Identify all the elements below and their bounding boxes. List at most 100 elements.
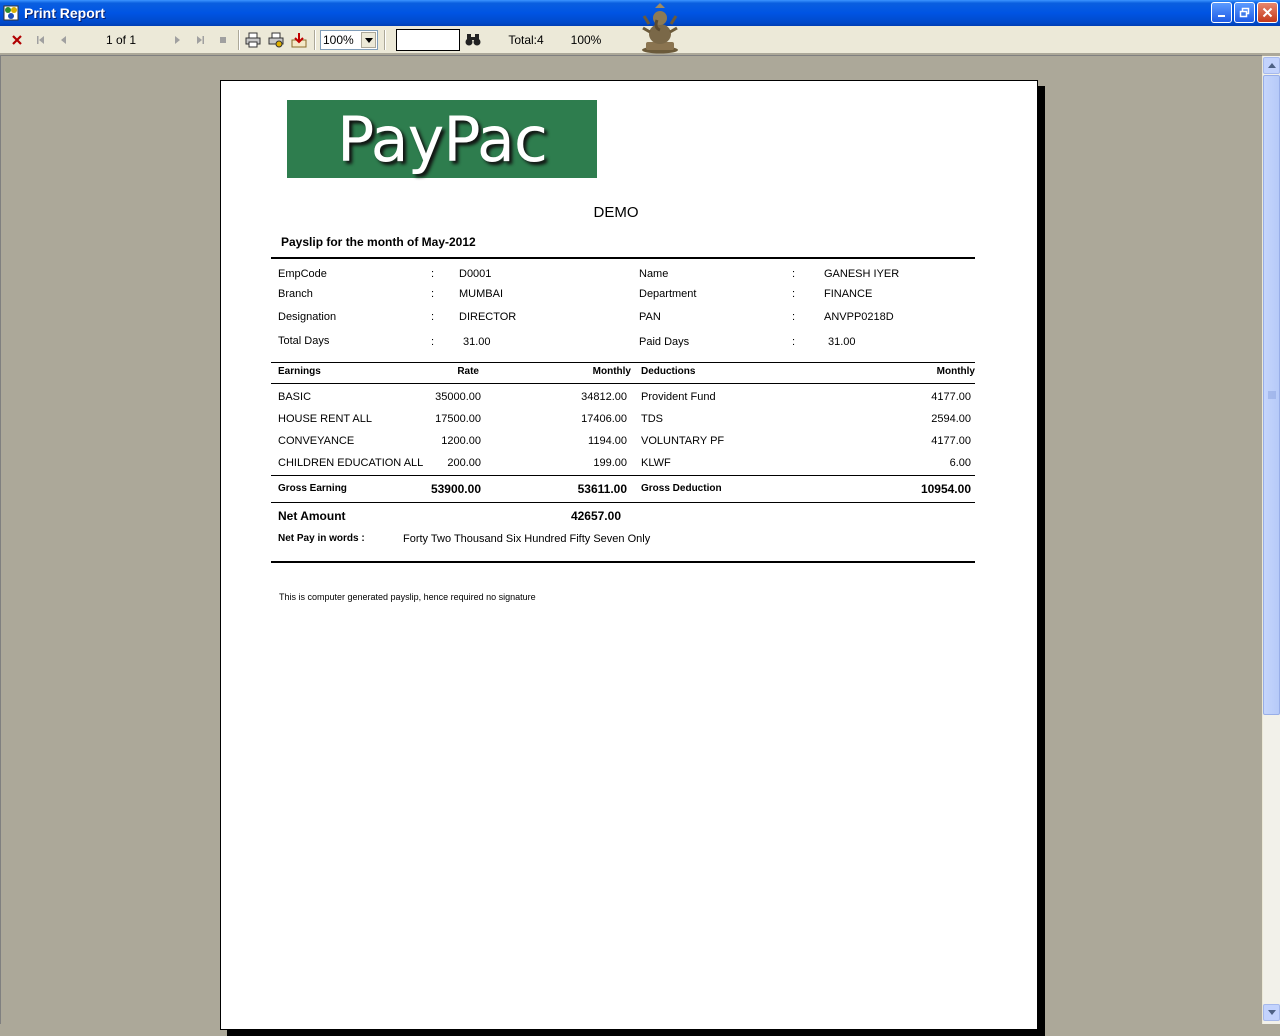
next-page-button[interactable] bbox=[168, 26, 186, 54]
empcode-value: D0001 bbox=[459, 268, 492, 280]
earning-name: HOUSE RENT ALL bbox=[278, 413, 372, 425]
deduction-name: KLWF bbox=[641, 457, 671, 469]
payslip-title: Payslip for the month of May-2012 bbox=[281, 235, 476, 249]
net-amount-value: 42657.00 bbox=[570, 509, 621, 523]
pan-value: ANVPP0218D bbox=[824, 311, 894, 323]
net-pay-words-label: Net Pay in words : bbox=[278, 533, 365, 544]
print-icon[interactable] bbox=[243, 26, 263, 54]
report-app-icon bbox=[3, 5, 19, 21]
earning-monthly: 199.00 bbox=[593, 457, 627, 469]
divider bbox=[271, 475, 975, 476]
deductions-header: Deductions bbox=[641, 366, 696, 377]
net-pay-words: Forty Two Thousand Six Hundred Fifty Sev… bbox=[403, 533, 651, 545]
divider bbox=[271, 383, 975, 384]
empcode-label: EmpCode bbox=[278, 268, 327, 280]
deductions-monthly-header: Monthly bbox=[936, 366, 975, 377]
divider bbox=[271, 502, 975, 503]
divider bbox=[271, 257, 975, 259]
department-label: Department bbox=[639, 288, 697, 300]
earning-monthly: 1194.00 bbox=[588, 435, 627, 447]
chevron-down-icon[interactable] bbox=[361, 32, 376, 48]
name-value: GANESH IYER bbox=[824, 268, 900, 280]
gross-deduction-value: 10954.00 bbox=[920, 482, 971, 496]
binoculars-icon[interactable] bbox=[463, 26, 483, 54]
gross-deduction-label: Gross Deduction bbox=[641, 483, 722, 494]
colon: : bbox=[431, 311, 435, 323]
earning-name: CONVEYANCE bbox=[278, 435, 355, 447]
paypac-logo: PayPac bbox=[287, 100, 597, 178]
stop-button[interactable] bbox=[214, 26, 232, 54]
footer-note: This is computer generated payslip, henc… bbox=[279, 592, 536, 602]
zoom-percent: 100% bbox=[570, 33, 602, 47]
designation-value: DIRECTOR bbox=[459, 311, 517, 323]
colon: : bbox=[431, 336, 435, 348]
close-window-button[interactable] bbox=[1257, 2, 1278, 23]
colon: : bbox=[792, 268, 796, 280]
earning-rate: 17500.00 bbox=[435, 413, 481, 425]
earning-rate: 1200.00 bbox=[441, 435, 481, 447]
gross-earning-monthly: 53611.00 bbox=[577, 482, 627, 496]
paid-days-label: Paid Days bbox=[639, 336, 690, 348]
window-title: Print Report bbox=[24, 5, 105, 21]
deduction-monthly: 4177.00 bbox=[931, 435, 971, 447]
earning-monthly: 17406.00 bbox=[581, 413, 627, 425]
zoom-dropdown[interactable]: 100% bbox=[320, 30, 378, 50]
logo-text: PayPac bbox=[337, 102, 548, 176]
print-setup-icon[interactable] bbox=[266, 26, 286, 54]
colon: : bbox=[792, 311, 796, 323]
previous-page-button[interactable] bbox=[55, 26, 73, 54]
report-viewer-area: PayPac DEMO Payslip for the month of May… bbox=[0, 55, 1262, 1036]
deduction-name: Provident Fund bbox=[641, 391, 716, 403]
earning-monthly: 34812.00 bbox=[581, 391, 627, 403]
branch-value: MUMBAI bbox=[459, 288, 503, 300]
deduction-name: TDS bbox=[641, 413, 663, 425]
vertical-scrollbar[interactable] bbox=[1262, 56, 1280, 1024]
first-page-button[interactable] bbox=[32, 26, 50, 54]
deduction-monthly: 4177.00 bbox=[931, 391, 971, 403]
designation-label: Designation bbox=[278, 311, 337, 323]
minimize-button[interactable] bbox=[1211, 2, 1232, 23]
earning-rate: 35000.00 bbox=[435, 391, 481, 403]
page-indicator: 1 of 1 bbox=[105, 33, 137, 47]
scroll-down-button[interactable] bbox=[1263, 1004, 1280, 1021]
colon: : bbox=[431, 268, 435, 280]
colon: : bbox=[431, 288, 435, 300]
divider bbox=[271, 561, 975, 563]
company-name: DEMO bbox=[593, 204, 639, 221]
deduction-monthly: 6.00 bbox=[949, 457, 971, 469]
restore-button[interactable] bbox=[1234, 2, 1255, 23]
monthly-header: Monthly bbox=[592, 366, 631, 377]
branch-label: Branch bbox=[278, 288, 313, 300]
divider bbox=[271, 362, 975, 363]
department-value: FINANCE bbox=[824, 288, 873, 300]
zoom-value: 100% bbox=[323, 33, 354, 47]
close-report-button[interactable] bbox=[8, 26, 26, 54]
earning-name: BASIC bbox=[278, 391, 312, 403]
rate-header: Rate bbox=[457, 366, 479, 377]
toolbar-separator bbox=[314, 30, 316, 50]
deduction-name: VOLUNTARY PF bbox=[641, 435, 725, 447]
export-icon[interactable] bbox=[289, 26, 309, 54]
last-page-button[interactable] bbox=[191, 26, 209, 54]
search-text-input[interactable] bbox=[396, 29, 460, 51]
name-label: Name bbox=[639, 268, 669, 280]
total-count: Total:4 bbox=[508, 33, 544, 47]
scroll-up-button[interactable] bbox=[1263, 57, 1280, 74]
pan-label: PAN bbox=[639, 311, 661, 323]
toolbar-separator bbox=[238, 30, 240, 50]
net-amount-label: Net Amount bbox=[278, 509, 346, 523]
gross-earning-rate: 53900.00 bbox=[430, 482, 481, 496]
gross-earning-label: Gross Earning bbox=[278, 483, 347, 494]
report-page: PayPac DEMO Payslip for the month of May… bbox=[220, 80, 1038, 1030]
scrollbar-thumb[interactable] bbox=[1263, 75, 1280, 715]
ganesha-idol-image bbox=[640, 2, 680, 54]
earnings-header: Earnings bbox=[278, 366, 321, 377]
earning-rate: 200.00 bbox=[447, 457, 481, 469]
deduction-monthly: 2594.00 bbox=[931, 413, 971, 425]
total-days-value: 31.00 bbox=[463, 336, 491, 348]
total-days-label: Total Days bbox=[278, 335, 330, 347]
colon: : bbox=[792, 336, 796, 348]
colon: : bbox=[792, 288, 796, 300]
paid-days-value: 31.00 bbox=[828, 336, 856, 348]
toolbar-separator bbox=[384, 30, 386, 50]
